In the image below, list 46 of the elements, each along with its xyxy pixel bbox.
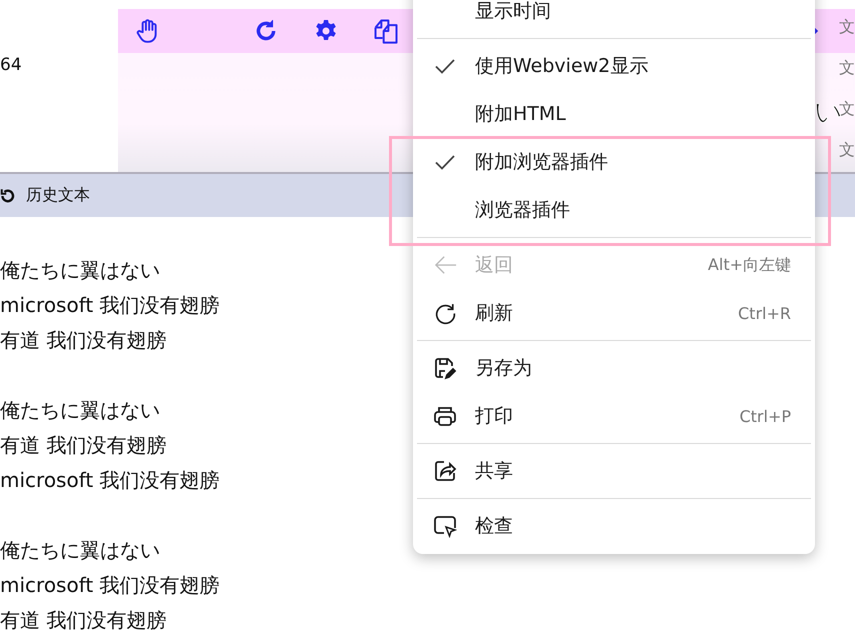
shortcut-label: Ctrl+P	[739, 406, 791, 426]
settings-icon[interactable]	[314, 19, 338, 43]
inspect-icon	[433, 514, 457, 538]
menu-item[interactable]: 打印 Ctrl+P	[413, 392, 815, 440]
back-arrow-icon	[433, 254, 459, 276]
history-line: microsoft 我们没有翅膀	[0, 467, 220, 494]
side-text: 文	[839, 140, 855, 160]
menu-label: 附加HTML	[475, 102, 567, 127]
menu-label: 使用Webview2显示	[475, 54, 650, 79]
menu-label: 显示时间	[475, 0, 552, 24]
menu-item[interactable]: 使用Webview2显示	[413, 42, 815, 90]
side-text: 文	[839, 17, 855, 37]
side-text: 文	[839, 99, 855, 118]
history-line: microsoft 我们没有翅膀	[0, 292, 220, 319]
menu-label: 浏览器插件	[475, 198, 571, 223]
menu-label: 检查	[475, 514, 514, 539]
history-line: 俺たちに翼はない	[0, 257, 160, 284]
menu-item[interactable]: 另存为	[413, 344, 815, 392]
menu-item[interactable]: 显示时间	[413, 0, 815, 35]
printer-icon	[433, 404, 457, 428]
menu-label: 另存为	[475, 356, 533, 381]
shortcut-label: Alt+向左键	[708, 254, 791, 276]
history-line: microsoft 我们没有翅膀	[0, 572, 220, 599]
share-icon	[433, 459, 457, 483]
shortcut-label: Ctrl+R	[738, 304, 791, 322]
menu-item[interactable]: 刷新 Ctrl+R	[413, 289, 815, 337]
menu-item[interactable]: 检查	[413, 502, 815, 550]
history-title: 历史文本	[26, 185, 90, 206]
history-line: 有道 我们没有翅膀	[0, 327, 166, 354]
save-edit-icon	[433, 356, 457, 380]
menu-item[interactable]: 附加HTML	[413, 90, 815, 138]
menu-label: 返回	[475, 253, 514, 278]
history-line: 有道 我们没有翅膀	[0, 432, 166, 459]
menu-item[interactable]: 浏览器插件	[413, 186, 815, 234]
history-line: 俺たちに翼はない	[0, 397, 160, 424]
menu-item[interactable]: 共享	[413, 447, 815, 495]
menu-label: 刷新	[475, 301, 514, 326]
menu-label: 共享	[475, 459, 514, 484]
menu-label: 打印	[475, 404, 514, 429]
menu-label: 附加浏览器插件	[475, 150, 609, 175]
history-line: 俺たちに翼はない	[0, 537, 160, 564]
undo-icon[interactable]	[0, 186, 16, 204]
history-line: 有道 我们没有翅膀	[0, 607, 166, 634]
copy-icon[interactable]	[372, 17, 400, 45]
number-label: 64	[0, 55, 22, 75]
side-text: 文	[839, 58, 855, 78]
